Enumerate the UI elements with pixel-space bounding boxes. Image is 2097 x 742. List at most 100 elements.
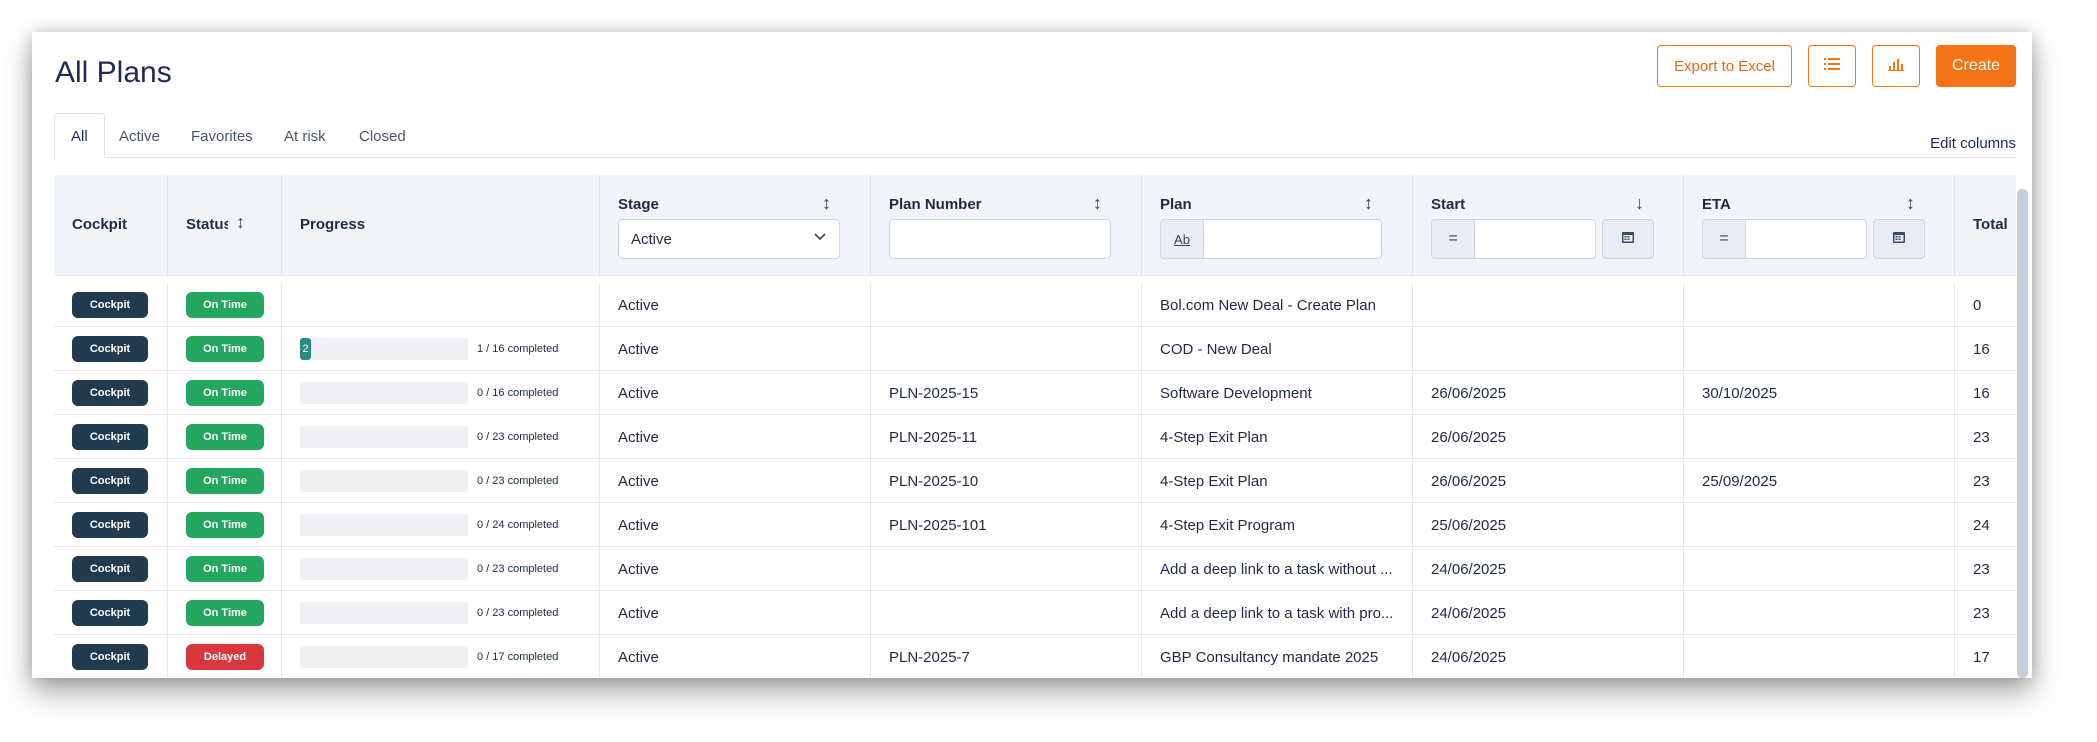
table-row[interactable]: Cockpit On Time Active Bol.com New Deal - C…	[54, 283, 2016, 327]
cell-progress	[282, 283, 600, 327]
cell-plan: 4-Step Exit Plan	[1142, 459, 1413, 503]
equals-operator-button[interactable]: =	[1431, 219, 1475, 259]
cell-status: On Time	[168, 327, 282, 371]
cell-text: Software Development	[1160, 384, 1312, 402]
cockpit-button[interactable]: Cockpit	[72, 468, 148, 494]
table-row[interactable]: Cockpit Delayed 0 / 17 completed Active PLN-…	[54, 635, 2016, 678]
cell-stage: Active	[600, 371, 871, 415]
create-button[interactable]: Create	[1936, 45, 2016, 87]
cell-text: 24/06/2025	[1431, 560, 1507, 578]
cell-cockpit: Cockpit	[54, 635, 168, 678]
sort-icon[interactable]: ↕	[236, 212, 245, 233]
cell-total: 23	[1955, 591, 2016, 635]
cell-progress: 0 / 24 completed	[282, 503, 600, 547]
sort-icon[interactable]: ↕	[1906, 193, 1915, 214]
column-header-progress: Progress	[300, 216, 366, 233]
cell-text: 4-Step Exit Program	[1160, 516, 1296, 534]
table-row[interactable]: Cockpit On Time 0 / 24 completed Active PLN-…	[54, 503, 2016, 547]
sort-icon[interactable]: ↕	[1093, 193, 1102, 214]
column-eta: ETA ↕ =	[1684, 175, 1955, 276]
tab-all[interactable]: All	[54, 113, 105, 159]
cell-plan-number	[871, 591, 1142, 635]
progress-bar	[300, 426, 468, 448]
list-view-button[interactable]	[1808, 45, 1856, 87]
table-row[interactable]: Cockpit On Time 0 / 23 completed Active Add …	[54, 591, 2016, 635]
list-icon	[1824, 57, 1840, 75]
start-date-filter-input[interactable]	[1475, 219, 1596, 259]
cell-status: On Time	[168, 547, 282, 591]
table-row[interactable]: Cockpit On Time 2 1 / 16 completed Active COD…	[54, 327, 2016, 371]
app-window: All Plans Export to Excel Create All Act…	[32, 32, 2032, 678]
cell-text: PLN-2025-10	[889, 472, 979, 490]
cockpit-button[interactable]: Cockpit	[72, 600, 148, 626]
tab-at-risk[interactable]: At risk	[268, 113, 342, 159]
sort-icon[interactable]: ↕	[822, 193, 831, 214]
sort-desc-icon[interactable]: ↓	[1635, 193, 1644, 214]
cockpit-button[interactable]: Cockpit	[72, 292, 148, 318]
export-to-excel-button[interactable]: Export to Excel	[1657, 45, 1792, 87]
cell-cockpit: Cockpit	[54, 371, 168, 415]
toolbar: Export to Excel Create	[1657, 45, 2016, 87]
table-row[interactable]: Cockpit On Time 0 / 23 completed Active Add …	[54, 547, 2016, 591]
plan-filter-input[interactable]	[1204, 219, 1382, 259]
vertical-scrollbar[interactable]	[2017, 189, 2028, 678]
cell-text: Active	[618, 340, 659, 358]
tab-active[interactable]: Active	[103, 113, 176, 159]
equals-operator-button[interactable]: =	[1702, 219, 1746, 259]
bar-chart-icon	[1888, 57, 1904, 75]
cell-stage: Active	[600, 635, 871, 678]
cell-status: On Time	[168, 591, 282, 635]
cockpit-button[interactable]: Cockpit	[72, 380, 148, 406]
cell-start: 26/06/2025	[1413, 415, 1684, 459]
table-row[interactable]: Cockpit On Time 0 / 23 completed Active PLN-…	[54, 415, 2016, 459]
stage-filter-value: Active	[631, 230, 672, 248]
tab-favorites[interactable]: Favorites	[175, 113, 269, 159]
column-start: Start ↓ =	[1413, 175, 1684, 276]
tab-closed[interactable]: Closed	[343, 113, 422, 159]
status-badge: On Time	[186, 600, 264, 626]
cockpit-button[interactable]: Cockpit	[72, 424, 148, 450]
table-row[interactable]: Cockpit On Time 0 / 16 completed Active PLN-…	[54, 371, 2016, 415]
progress-text: 0 / 23 completed	[477, 607, 559, 619]
eta-date-filter-input[interactable]	[1746, 219, 1867, 259]
text-operator-button[interactable]: Ab	[1160, 219, 1204, 259]
chart-view-button[interactable]	[1872, 45, 1920, 87]
cell-progress: 0 / 16 completed	[282, 371, 600, 415]
cell-cockpit: Cockpit	[54, 327, 168, 371]
cell-text: 4-Step Exit Plan	[1160, 428, 1268, 446]
status-badge: On Time	[186, 556, 264, 582]
stage-filter-select[interactable]: Active	[618, 219, 840, 259]
progress-bar	[300, 558, 468, 580]
cell-text: PLN-2025-15	[889, 384, 979, 402]
cell-plan-number	[871, 327, 1142, 371]
cell-start: 24/06/2025	[1413, 635, 1684, 678]
cell-text: 25/09/2025	[1702, 472, 1778, 490]
column-header-eta: ETA	[1702, 196, 1731, 213]
cell-plan-number: PLN-2025-7	[871, 635, 1142, 678]
plan-number-filter-input[interactable]	[889, 219, 1111, 259]
cell-total: 0	[1955, 283, 2016, 327]
edit-columns-link[interactable]: Edit columns	[1930, 135, 2016, 152]
calendar-button[interactable]	[1602, 219, 1654, 259]
progress-text: 0 / 17 completed	[477, 651, 559, 663]
cell-total: 17	[1955, 635, 2016, 678]
sort-icon[interactable]: ↕	[1364, 193, 1373, 214]
cell-stage: Active	[600, 459, 871, 503]
calendar-icon	[1892, 230, 1906, 249]
table-row[interactable]: Cockpit On Time 0 / 23 completed Active PLN-…	[54, 459, 2016, 503]
cell-eta: 30/10/2025	[1684, 371, 1955, 415]
cockpit-button[interactable]: Cockpit	[72, 336, 148, 362]
cell-text: Active	[618, 384, 659, 402]
cell-text: Active	[618, 428, 659, 446]
cockpit-button[interactable]: Cockpit	[72, 556, 148, 582]
tab-bar: All Active Favorites At risk Closed Edit…	[54, 113, 2016, 159]
cell-text: 24/06/2025	[1431, 648, 1507, 666]
cell-start: 25/06/2025	[1413, 503, 1684, 547]
cockpit-button[interactable]: Cockpit	[72, 512, 148, 538]
cell-eta: 25/09/2025	[1684, 459, 1955, 503]
cockpit-button[interactable]: Cockpit	[72, 644, 148, 670]
cell-progress: 0 / 17 completed	[282, 635, 600, 678]
progress-bar	[300, 514, 468, 536]
calendar-button[interactable]	[1873, 219, 1925, 259]
column-header-plan: Plan	[1160, 196, 1192, 213]
